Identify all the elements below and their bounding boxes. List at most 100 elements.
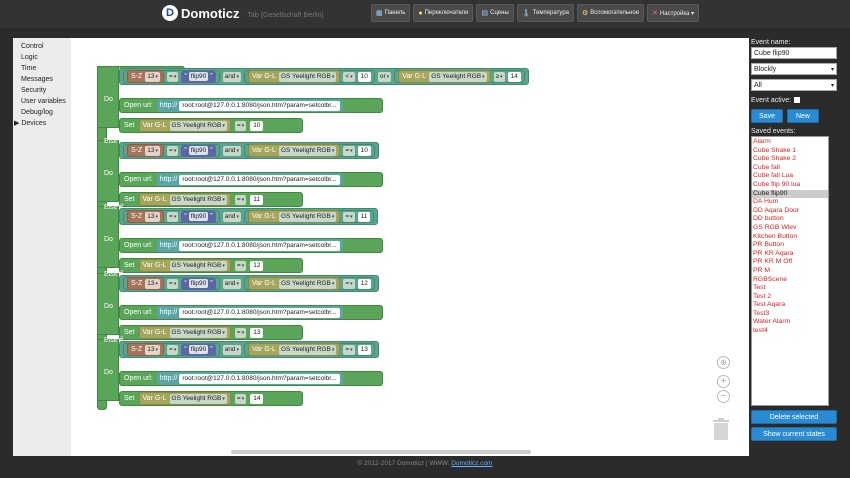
- number-value[interactable]: 11: [357, 211, 371, 222]
- text-block[interactable]: “flip90”: [181, 70, 216, 83]
- dropdown[interactable]: = ▾: [343, 145, 355, 156]
- saved-event-item[interactable]: Cube flip90: [752, 189, 828, 199]
- variable-block[interactable]: Var G-L GS Yeelight RGB ▾: [247, 343, 341, 356]
- compare-block[interactable]: S-Z 13 ▾ = ▾ “flip90”: [123, 277, 220, 290]
- show-current-states-button[interactable]: Show current states: [751, 427, 837, 441]
- variable-block[interactable]: Var G-L GS Yeelight RGB ▾: [398, 70, 491, 83]
- set-variable-block[interactable]: Set Var G-L GS Yeelight RGB ▾ = ▾ 10: [119, 118, 303, 133]
- condition-row[interactable]: S-Z 13 ▾ = ▾ “flip90” and ▾ Var G-L GS Yeelight R…: [119, 275, 379, 292]
- event-type-select[interactable]: Blockly ▾: [751, 63, 837, 75]
- dropdown[interactable]: and ▾: [222, 344, 241, 355]
- text-value[interactable]: flip90: [188, 345, 209, 354]
- nav-settings[interactable]: ✕ Настройка ▾: [647, 4, 700, 22]
- saved-event-item[interactable]: Cube fall Lua: [752, 172, 828, 181]
- saved-event-item[interactable]: Cube flip 90 lua: [752, 181, 828, 190]
- dropdown[interactable]: = ▾: [167, 145, 179, 156]
- category-debug-log[interactable]: Debug/log: [13, 107, 71, 118]
- saved-event-item[interactable]: PR Button: [752, 241, 828, 250]
- saved-event-item[interactable]: DA Hum: [752, 198, 828, 207]
- category-time[interactable]: Time: [13, 63, 71, 74]
- dropdown[interactable]: = ▾: [167, 71, 179, 82]
- set-variable-block[interactable]: Set Var G-L GS Yeelight RGB ▾ = ▾ 13: [119, 325, 303, 340]
- saved-event-item[interactable]: Test 2: [752, 293, 828, 302]
- zoom-in-icon[interactable]: +: [717, 375, 730, 388]
- compare-block[interactable]: S-Z 13 ▾ = ▾ “flip90”: [123, 210, 220, 223]
- category-security[interactable]: Security: [13, 85, 71, 96]
- number-value[interactable]: 10: [357, 71, 371, 82]
- text-block[interactable]: “flip90”: [181, 343, 216, 356]
- url-text-block[interactable]: http://root:root@127.0.0.1:8080/json.htm…: [156, 239, 343, 252]
- open-url-block[interactable]: Open url: http://root:root@127.0.0.1:8080…: [119, 238, 383, 253]
- dropdown[interactable]: GS Yeelight RGB ▾: [278, 344, 337, 355]
- number-value[interactable]: 13: [357, 344, 371, 355]
- device-block[interactable]: S-Z 13 ▾: [127, 210, 165, 223]
- number-value[interactable]: 10: [250, 120, 264, 131]
- device-block[interactable]: S-Z 13 ▾: [127, 144, 165, 157]
- dropdown[interactable]: = ▾: [167, 278, 179, 289]
- event-active-checkbox[interactable]: [794, 97, 801, 104]
- trash-icon[interactable]: [712, 418, 730, 440]
- saved-event-item[interactable]: PR M: [752, 267, 828, 276]
- dropdown[interactable]: GS Yeelight RGB ▾: [278, 145, 337, 156]
- device-block[interactable]: S-Z 13 ▾: [127, 277, 165, 290]
- variable-block[interactable]: Var G-L GS Yeelight RGB ▾: [247, 144, 341, 157]
- dropdown[interactable]: 13 ▾: [145, 278, 161, 289]
- nav-temperature[interactable]: 🌡 Температура: [516, 4, 575, 22]
- number-value[interactable]: 14: [250, 393, 264, 404]
- nav-switches[interactable]: ● Переключатели: [413, 4, 474, 22]
- compare-block[interactable]: Var G-L GS Yeelight RGB ▾ = ▾ 11: [243, 210, 375, 223]
- saved-event-item[interactable]: Test: [752, 284, 828, 293]
- compare-block[interactable]: Var G-L GS Yeelight RGB ▾ = ▾ 10: [243, 144, 375, 157]
- number-value[interactable]: 12: [250, 260, 264, 271]
- dropdown[interactable]: = ▾: [234, 120, 247, 131]
- dropdown[interactable]: < ▾: [343, 71, 355, 82]
- url-text-block[interactable]: http://root:root@127.0.0.1:8080/json.htm…: [156, 173, 343, 186]
- zoom-out-icon[interactable]: −: [717, 390, 730, 403]
- dropdown[interactable]: = ▾: [343, 344, 355, 355]
- dropdown[interactable]: = ▾: [234, 327, 247, 338]
- text-value[interactable]: flip90: [188, 212, 209, 221]
- category-devices[interactable]: ▶ Devices: [13, 118, 71, 129]
- url-value[interactable]: root:root@127.0.0.1:8080/json.htm?param=…: [179, 240, 340, 251]
- saved-event-item[interactable]: Test Aqara: [752, 301, 828, 310]
- url-value[interactable]: root:root@127.0.0.1:8080/json.htm?param=…: [179, 307, 340, 318]
- compare-block[interactable]: S-Z 13 ▾ = ▾ “flip90”: [123, 343, 220, 356]
- dropdown[interactable]: and ▾: [222, 211, 241, 222]
- saved-events-list[interactable]: Alarm Cube Shake 1 Cube Shake 2 Cube fall Cu…: [751, 136, 829, 406]
- saved-event-item[interactable]: Alarm: [752, 138, 828, 147]
- event-scope-select[interactable]: All ▾: [751, 79, 837, 91]
- event-name-input[interactable]: Cube flip90: [751, 47, 837, 59]
- condition-row[interactable]: S-Z 13 ▾ = ▾ “flip90” and ▾ Var G-L GS Yeelight R…: [119, 208, 379, 225]
- variable-block[interactable]: Var G-L GS Yeelight RGB ▾: [138, 119, 231, 132]
- number-value[interactable]: 10: [357, 145, 371, 156]
- text-value[interactable]: flip90: [188, 279, 209, 288]
- dropdown[interactable]: GS Yeelight RGB ▾: [169, 327, 227, 338]
- saved-event-item[interactable]: PR KR M Off: [752, 258, 828, 267]
- dropdown[interactable]: and ▾: [222, 278, 241, 289]
- text-block[interactable]: “flip90”: [181, 144, 216, 157]
- dropdown[interactable]: GS Yeelight RGB ▾: [169, 120, 227, 131]
- text-block[interactable]: “flip90”: [181, 277, 216, 290]
- workspace-canvas[interactable]: ⚙ If DoS-Z13▾=▾“flip90”and▾Var G-LGS Yee…: [71, 38, 749, 456]
- number-value[interactable]: 14: [507, 71, 521, 82]
- saved-event-item[interactable]: DD button: [752, 215, 828, 224]
- compare-block[interactable]: Var G-L GS Yeelight RGB ▾ = ▾ 13: [243, 343, 375, 356]
- nav-dashboard[interactable]: ▦ Панель: [371, 4, 411, 22]
- nav-scenes[interactable]: ▤ Сцены: [476, 4, 514, 22]
- dropdown[interactable]: ≥ ▾: [493, 71, 505, 82]
- saved-event-item[interactable]: Cube Shake 1: [752, 147, 828, 156]
- dropdown[interactable]: and ▾: [222, 71, 241, 82]
- number-value[interactable]: 11: [250, 194, 263, 205]
- dropdown[interactable]: GS Yeelight RGB ▾: [278, 211, 337, 222]
- dropdown[interactable]: = ▾: [234, 194, 247, 205]
- saved-event-item[interactable]: GS RGB Wlev: [752, 224, 828, 233]
- delete-selected-button[interactable]: Delete selected: [751, 410, 837, 424]
- save-button[interactable]: Save: [751, 109, 783, 123]
- variable-block[interactable]: Var G-L GS Yeelight RGB ▾: [247, 277, 341, 290]
- text-block[interactable]: “flip90”: [181, 210, 216, 223]
- saved-event-item[interactable]: Cube Shake 2: [752, 155, 828, 164]
- compare-block[interactable]: Var G-L GS Yeelight RGB ▾ = ▾ 12: [243, 277, 375, 290]
- saved-event-item[interactable]: test4: [752, 327, 828, 336]
- device-block[interactable]: S-Z 13 ▾: [127, 70, 165, 83]
- open-url-block[interactable]: Open url: http://root:root@127.0.0.1:8080…: [119, 371, 383, 386]
